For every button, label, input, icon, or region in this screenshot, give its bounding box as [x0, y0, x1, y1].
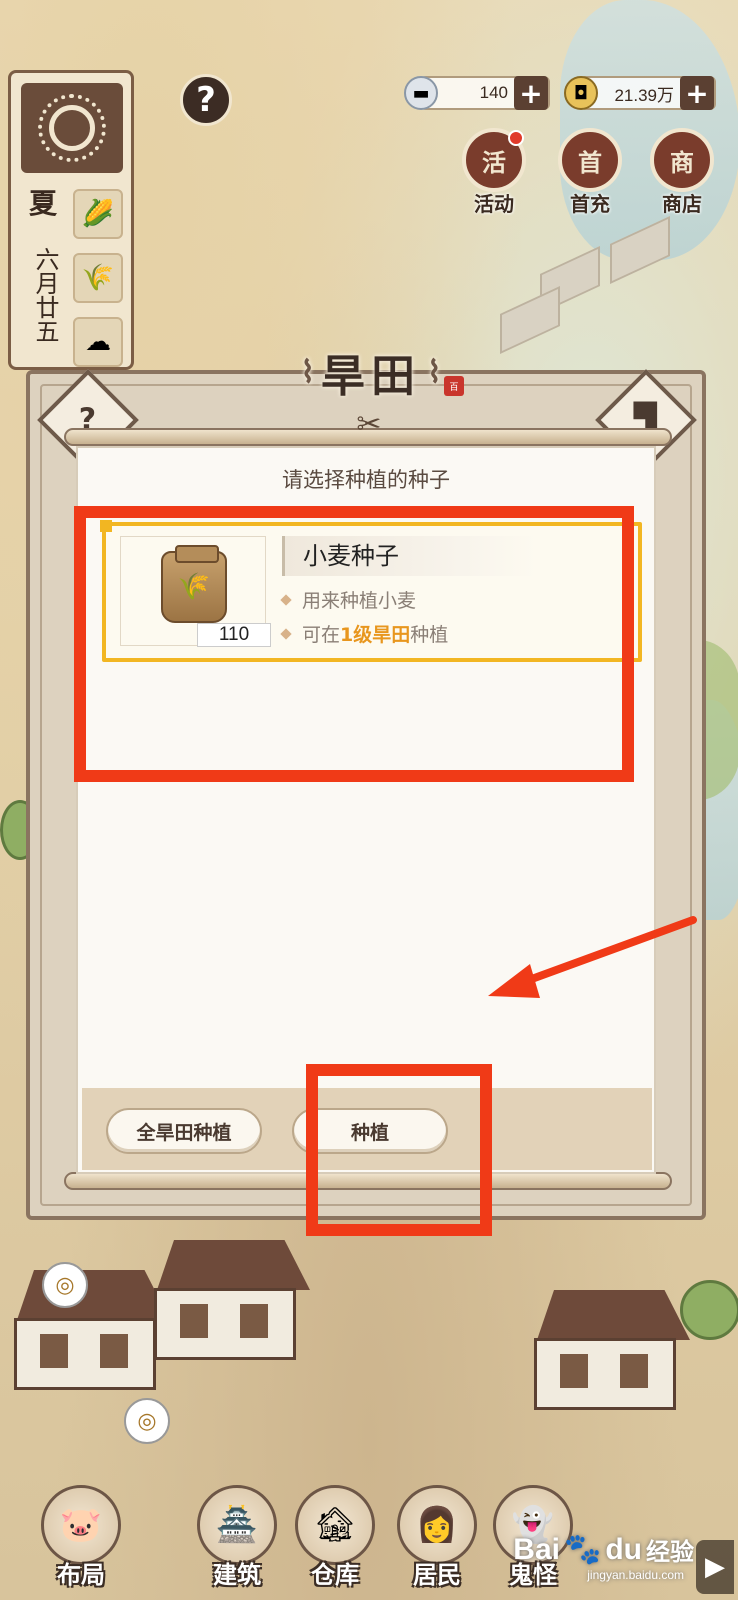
add-coin-button[interactable]: + [680, 76, 714, 110]
dialog-title: ⌇ 旱田 ⌇ [300, 351, 442, 402]
first-charge-button[interactable]: 首 首充 [548, 128, 632, 217]
activity-icon: 活 [462, 128, 526, 192]
baidu-watermark: Bai 🐾 du 经验 jingyan.baidu.com [513, 1532, 694, 1583]
sun-icon [21, 83, 123, 173]
coin-bubble-icon[interactable]: ◎ [124, 1398, 170, 1444]
silver-ingot-icon: ▬ [404, 76, 438, 110]
shop-button[interactable]: 商 商店 [640, 128, 724, 217]
plant-all-button[interactable]: 全旱田种植 [106, 1108, 262, 1154]
season-label: 夏 [28, 187, 57, 220]
annotation-arrow-icon [488, 916, 697, 998]
help-button[interactable]: ? [180, 74, 232, 126]
nav-residents-label: 居民 [413, 1560, 461, 1589]
scroll-knot-icon: ✂ [356, 407, 382, 442]
add-silver-button[interactable]: + [514, 76, 548, 110]
title-right-ornament: ⌇ [427, 354, 442, 390]
nav-building[interactable]: 🏯 建筑 [182, 1485, 292, 1590]
building-icon: 🏯 [197, 1485, 277, 1565]
coin-currency: ◘ 21.39万 + [564, 76, 716, 110]
layout-icon: 🐷 [41, 1485, 121, 1565]
title-left-ornament: ⌇ [300, 354, 315, 390]
first-charge-icon: 首 [558, 128, 622, 192]
wheat-icon: 🌾 [73, 253, 123, 303]
season-panel[interactable]: 夏 六月廿五 🌽 🌾 ☁ [8, 70, 134, 370]
coin-bubble-icon[interactable]: ◎ [42, 1262, 88, 1308]
warehouse-icon: 🏚 [295, 1485, 375, 1565]
paw-icon: 🐾 [563, 1533, 602, 1566]
silver-currency: ▬ 140 + [404, 76, 550, 110]
watermark-url: jingyan.baidu.com [587, 1568, 684, 1582]
nav-warehouse[interactable]: 🏚 仓库 [280, 1485, 390, 1590]
coin-icon: ◘ [564, 76, 598, 110]
activity-label: 活动 [474, 192, 514, 216]
date-label: 六月廿五 [31, 247, 59, 343]
nav-residents[interactable]: 👩 居民 [382, 1485, 492, 1590]
nav-warehouse-label: 仓库 [311, 1560, 359, 1589]
silver-amount: 140 [479, 83, 508, 102]
nav-building-label: 建筑 [213, 1560, 261, 1589]
shop-label: 商店 [662, 192, 702, 216]
cloud-icon: ☁ [73, 317, 123, 367]
expand-arrow-button[interactable]: ▶ [696, 1540, 734, 1594]
coin-amount: 21.39万 [614, 85, 674, 105]
building[interactable] [140, 1240, 310, 1360]
tree [680, 1280, 738, 1340]
nav-layout-label: 布局 [57, 1560, 105, 1589]
notification-dot [508, 130, 524, 146]
seal-stamp: 百 [444, 376, 464, 396]
annotation-highlight-seed [74, 506, 634, 782]
annotation-highlight-plant [306, 1064, 492, 1236]
building[interactable] [520, 1290, 690, 1410]
corn-icon: 🌽 [73, 189, 123, 239]
seed-heading: 请选择种植的种子 [282, 468, 450, 492]
residents-icon: 👩 [397, 1485, 477, 1565]
first-charge-label: 首充 [570, 192, 610, 216]
nav-layout[interactable]: 🐷 布局 [26, 1485, 136, 1590]
shop-icon: 商 [650, 128, 714, 192]
activity-button[interactable]: 活 活动 [452, 128, 536, 217]
